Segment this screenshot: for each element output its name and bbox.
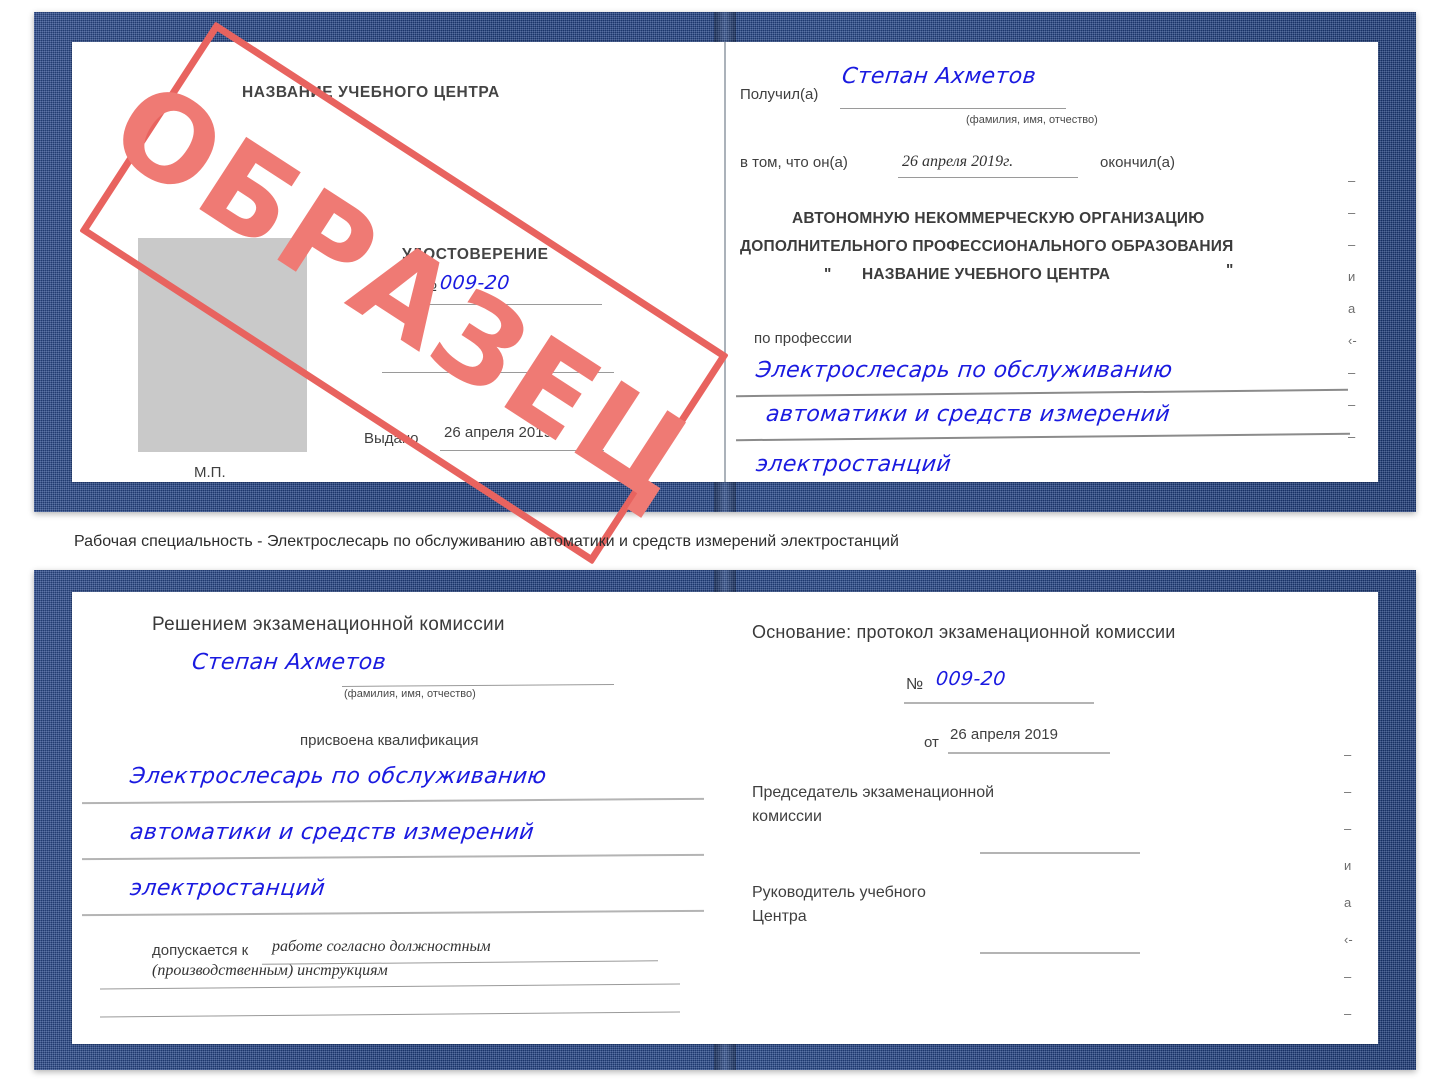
head-signature-rule — [980, 952, 1140, 954]
qualification-rule-2 — [82, 853, 704, 860]
protocol-date-value: 26 апреля 2019 — [950, 726, 1058, 743]
edge-glyph: – — [1348, 397, 1356, 412]
profession-line-3: электростанций — [754, 452, 953, 477]
issued-label: Выдано — [364, 430, 419, 447]
training-center-header: НАЗВАНИЕ УЧЕБНОГО ЦЕНТРА — [242, 84, 500, 101]
certificate-number-value: 009-20 — [438, 272, 511, 294]
admitted-rule-3 — [100, 1011, 680, 1018]
protocol-number-value: 009-20 — [934, 668, 1007, 690]
student-name-rule — [341, 684, 615, 687]
profession-rule-1 — [736, 388, 1348, 397]
edge-glyph-column-top: – – – и а ‹- – – – — [1348, 174, 1357, 462]
issued-rule — [440, 450, 604, 451]
edge-glyph: – — [1344, 1006, 1352, 1021]
protocol-date-label: от — [924, 734, 939, 751]
profession-rule-2 — [736, 432, 1350, 441]
photo-placeholder — [138, 238, 307, 452]
admitted-line-1: работе согласно должностным — [272, 938, 491, 955]
profession-line-2: автоматики и средств измерений — [764, 402, 1172, 427]
edge-glyph: – — [1348, 205, 1356, 220]
qualification-label: присвоена квалификация — [300, 732, 479, 749]
student-name-hint: (фамилия, имя, отчество) — [344, 688, 476, 700]
received-value: Степан Ахметов — [840, 64, 1038, 89]
admitted-rule-1 — [262, 960, 658, 965]
qualification-rule-3 — [82, 909, 704, 916]
finished-label: окончил(а) — [1100, 154, 1175, 171]
certificate-number-label: № — [420, 278, 438, 295]
admitted-line-2: (производственным) инструкциям — [152, 962, 388, 979]
decision-label: Решением экзаменационной комиссии — [152, 614, 505, 635]
protocol-number-label: № — [906, 676, 924, 693]
edge-glyph: а — [1344, 895, 1352, 910]
admitted-label: допускается к — [152, 942, 249, 959]
admitted-rule-2 — [100, 983, 680, 990]
certificate-bottom: Решением экзаменационной комиссии Степан… — [34, 570, 1416, 1070]
chairman-line-2: комиссии — [752, 808, 822, 825]
qualification-line-1: Электрослесарь по обслуживанию — [128, 764, 548, 789]
edge-glyph: и — [1344, 858, 1352, 873]
in-that-value: 26 апреля 2019г. — [902, 153, 1014, 170]
organization-line-1: АВТОНОМНУЮ НЕКОММЕРЧЕСКУЮ ОРГАНИЗАЦИЮ — [792, 210, 1205, 227]
edge-glyph: и — [1348, 269, 1356, 284]
organization-line-2: ДОПОЛНИТЕЛЬНОГО ПРОФЕССИОНАЛЬНОГО ОБРАЗО… — [740, 238, 1234, 255]
certificate-top: НАЗВАНИЕ УЧЕБНОГО ЦЕНТРА УДОСТОВЕРЕНИЕ №… — [34, 12, 1416, 512]
edge-glyph: – — [1344, 747, 1352, 762]
qualification-line-3: электростанций — [128, 876, 327, 901]
received-hint: (фамилия, имя, отчество) — [966, 114, 1098, 126]
issued-value: 26 апреля 2019 — [444, 424, 552, 441]
received-rule — [840, 108, 1066, 109]
head-line-2: Центра — [752, 908, 807, 925]
edge-glyph: – — [1348, 429, 1356, 444]
certificate-number-rule — [420, 304, 602, 305]
edge-glyph: – — [1348, 365, 1356, 380]
edge-glyph: ‹- — [1348, 333, 1357, 348]
certificate-pages-top: НАЗВАНИЕ УЧЕБНОГО ЦЕНТРА УДОСТОВЕРЕНИЕ №… — [72, 42, 1378, 482]
edge-glyph: – — [1348, 237, 1356, 252]
edge-glyph: ‹- — [1344, 932, 1353, 947]
chairman-signature-rule — [980, 852, 1140, 854]
organization-quote-open: " — [824, 266, 832, 283]
seal-label: М.П. — [194, 464, 226, 481]
edge-glyph: а — [1348, 301, 1356, 316]
organization-quote-close: " — [1226, 262, 1234, 279]
certificate-pages-bottom: Решением экзаменационной комиссии Степан… — [72, 592, 1378, 1044]
page-caption: Рабочая специальность - Электрослесарь п… — [74, 533, 899, 550]
received-label: Получил(а) — [740, 86, 819, 103]
edge-glyph: – — [1344, 784, 1352, 799]
bottom-right-page: Основание: протокол экзаменационной коми… — [740, 592, 1378, 1044]
edge-glyph: – — [1344, 821, 1352, 836]
top-left-page: НАЗВАНИЕ УЧЕБНОГО ЦЕНТРА УДОСТОВЕРЕНИЕ №… — [72, 42, 724, 482]
edge-glyph-column-bottom: – – – и а ‹- – – – — [1344, 748, 1353, 1044]
protocol-number-rule — [904, 702, 1094, 704]
chairman-line-1: Председатель экзаменационной — [752, 784, 995, 801]
top-right-page: Получил(а) Степан Ахметов (фамилия, имя,… — [726, 42, 1378, 482]
certificate-title: УДОСТОВЕРЕНИЕ — [402, 246, 549, 263]
organization-line-3: НАЗВАНИЕ УЧЕБНОГО ЦЕНТРА — [862, 266, 1111, 283]
head-line-1: Руководитель учебного — [752, 884, 926, 901]
qualification-rule-1 — [82, 797, 704, 804]
edge-glyph: – — [1348, 173, 1356, 188]
qualification-line-2: автоматики и средств измерений — [128, 820, 536, 845]
student-name-value: Степан Ахметов — [190, 650, 388, 675]
basis-label: Основание: протокол экзаменационной коми… — [752, 622, 1176, 642]
protocol-date-rule — [948, 752, 1110, 754]
profession-line-1: Электрослесарь по обслуживанию — [754, 358, 1174, 383]
bottom-left-page: Решением экзаменационной комиссии Степан… — [72, 592, 740, 1044]
blank-rule-1 — [382, 372, 614, 373]
in-that-label: в том, что он(а) — [740, 154, 848, 171]
in-that-rule — [898, 177, 1078, 178]
profession-label: по профессии — [754, 330, 852, 347]
edge-glyph: – — [1344, 969, 1352, 984]
